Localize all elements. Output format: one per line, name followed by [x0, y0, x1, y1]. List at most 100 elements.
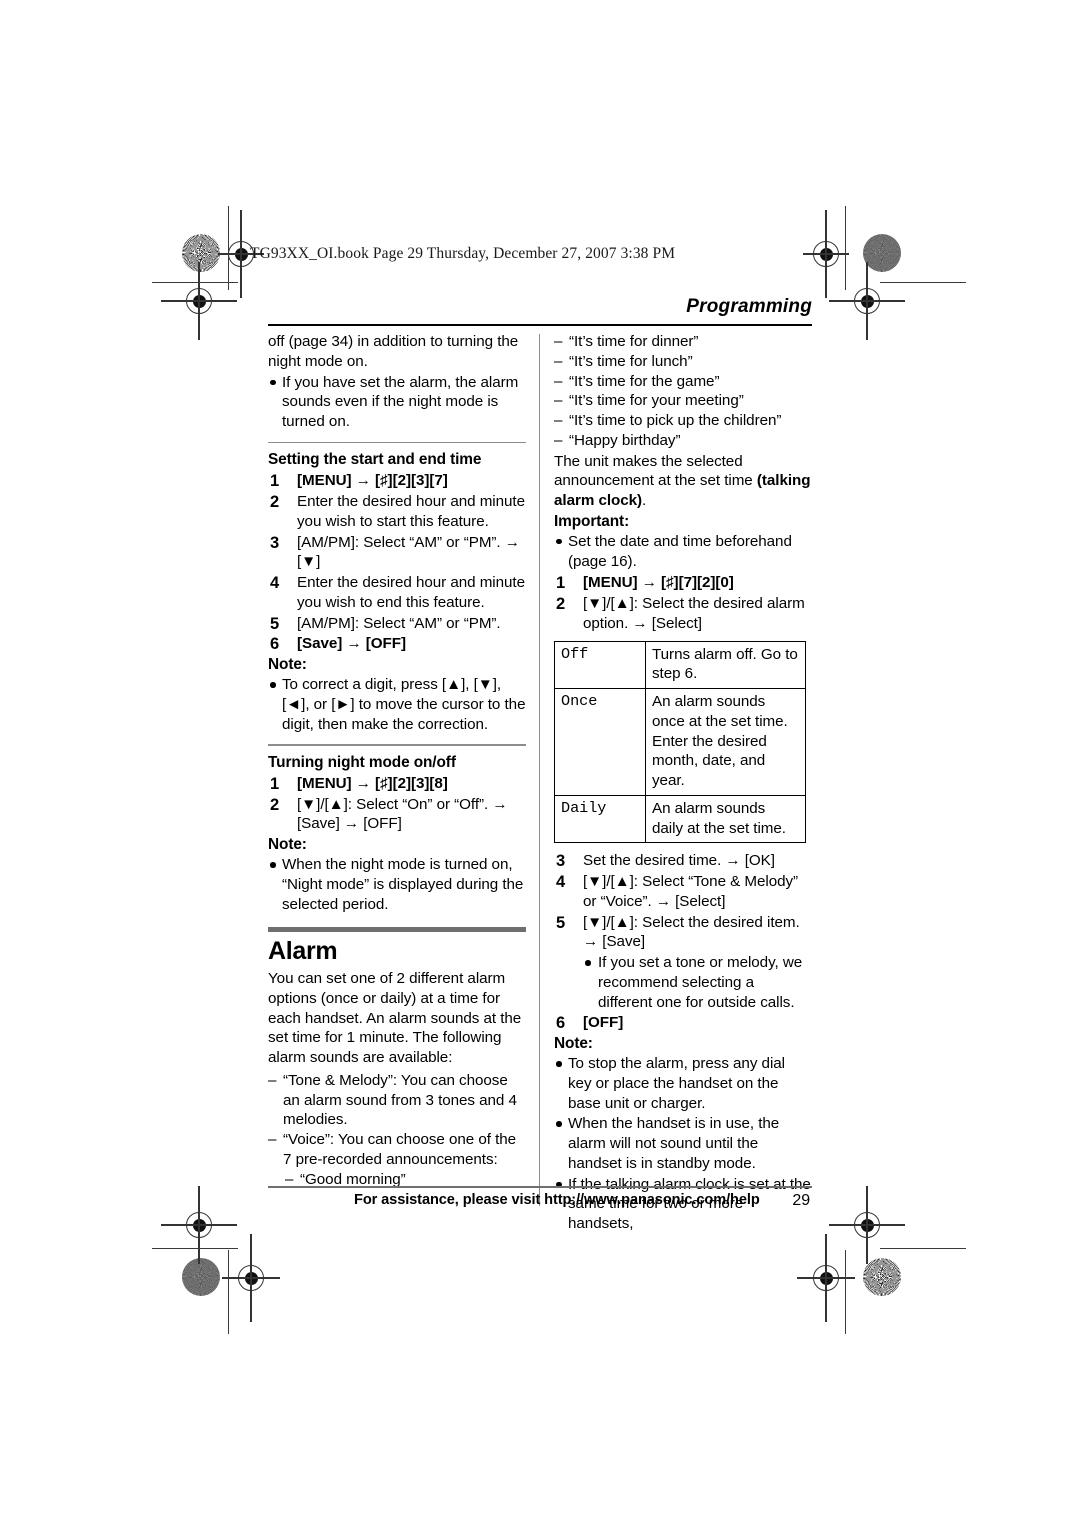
list-item: If you have set the alarm, the alarm sou… — [268, 373, 526, 432]
heading-turning-night-mode: Turning night mode on/off — [268, 753, 456, 771]
table-row: Daily An alarm sounds daily at the set t… — [554, 794, 806, 844]
section-title-alarm: Alarm — [268, 936, 338, 965]
step-item: 5 [AM/PM]: Select “AM” or “PM”. — [268, 614, 526, 634]
note-label-start-end: Note: — [268, 656, 307, 674]
column-divider — [539, 334, 541, 1206]
step-text: Enter the desired hour and minute you wi… — [297, 574, 525, 611]
running-head: Programming — [686, 296, 812, 317]
step-text: [MENU] → [♯][7][2][0] — [583, 574, 734, 592]
announcement-list: “It’s time for dinner” “It’s time for lu… — [554, 332, 812, 451]
registration-mark-bottom-right — [797, 1234, 855, 1322]
list-item: “Tone & Melody”: You can choose an alarm… — [268, 1071, 526, 1130]
step-number: 3 — [556, 852, 566, 871]
step-number: 2 — [270, 795, 280, 814]
table-cell-option-key: Daily — [554, 794, 646, 844]
step-item: 2 [▼]/[▲]: Select “On” or “Off”. → [Save… — [268, 795, 526, 835]
list-item: To stop the alarm, press any dial key or… — [554, 1054, 812, 1113]
continued-paragraph: off (page 34) in addition to turning the… — [268, 333, 519, 370]
step-item: 4 [▼]/[▲]: Select “Tone & Melody” or “Vo… — [554, 872, 812, 912]
registration-mark-top-left — [218, 210, 264, 298]
step-text: [AM/PM]: Select “AM” or “PM”. → [▼] — [297, 533, 520, 571]
note-label-alarm: Note: — [554, 1035, 593, 1052]
list-item: “It’s time for the game” — [554, 372, 812, 392]
registration-mark-right-upper — [829, 262, 905, 340]
list-item: “It’s time for lunch” — [554, 352, 812, 372]
step-text: [AM/PM]: Select “AM” or “PM”. — [297, 614, 501, 632]
right-column: “It’s time for dinner” “It’s time for lu… — [554, 332, 812, 1234]
talking-alarm-text-tail: . — [642, 492, 647, 509]
list-item: “It’s time to pick up the children” — [554, 411, 812, 431]
trim-line-top-left-v — [228, 206, 230, 290]
alarm-sound-options: “Tone & Melody”: You can choose an alarm… — [268, 1071, 526, 1190]
left-column: off (page 34) in addition to turning the… — [268, 332, 526, 1189]
trim-line-bottom-left-v — [228, 1250, 230, 1334]
step-item: 5 [▼]/[▲]: Select the desired item. → [S… — [554, 913, 812, 1013]
list-item: “Happy birthday” — [554, 431, 812, 451]
step-number: 6 — [270, 635, 280, 654]
step-item: 6 [OFF] — [554, 1013, 812, 1033]
step-text: Set the desired time. → [OK] — [583, 852, 775, 870]
starburst-mark-bottom-right — [863, 1258, 901, 1296]
list-item: “Voice”: You can choose one of the 7 pre… — [268, 1130, 526, 1170]
trim-line-bottom-right-v — [845, 1250, 847, 1334]
table-row: Once An alarm sounds once at the set tim… — [554, 688, 806, 796]
file-header-stamp: TG93XX_OI.book Page 29 Thursday, Decembe… — [250, 245, 676, 262]
step-text: [OFF] — [583, 1014, 624, 1032]
trim-line-right-h — [880, 282, 966, 284]
step-text: [▼]/[▲]: Select the desired alarm option… — [583, 595, 805, 632]
step-item: 2 Enter the desired hour and minute you … — [268, 492, 526, 532]
table-row: Off Turns alarm off. Go to step 6. — [554, 640, 806, 689]
step-text: [▼]/[▲]: Select the desired item. → [Sav… — [583, 913, 800, 951]
step-number: 1 — [556, 574, 566, 593]
step-item: 3 Set the desired time. → [OK] — [554, 851, 812, 871]
header-rule — [268, 324, 812, 327]
steps-setting-start-end-time: 1 [MENU] → [♯][2][3][7] 2 Enter the desi… — [268, 471, 526, 654]
step-item: 6 [Save] → [OFF] — [268, 634, 526, 654]
registration-mark-right-lower — [829, 1186, 905, 1264]
registration-mark-bottom-left — [222, 1234, 280, 1322]
registration-mark-top-right — [803, 210, 849, 298]
step-item: 4 Enter the desired hour and minute you … — [268, 573, 526, 613]
step-number: 2 — [556, 595, 566, 613]
step-number: 1 — [270, 774, 280, 793]
step-number: 2 — [270, 493, 280, 512]
trim-line-top-right-v — [845, 206, 847, 290]
step-item: 1 [MENU] → [♯][2][3][7] — [268, 471, 526, 491]
step-item: 3 [AM/PM]: Select “AM” or “PM”. → [▼] — [268, 533, 526, 573]
step-text: Enter the desired hour and minute you wi… — [297, 493, 525, 530]
step-item: 1 [MENU] → [♯][2][3][8] — [268, 774, 526, 794]
table-cell-option-key: Off — [554, 640, 646, 689]
alarm-option-table: Off Turns alarm off. Go to step 6. Once … — [554, 640, 806, 844]
step-number: 4 — [270, 574, 280, 593]
note-list-night-mode: When the night mode is turned on, “Night… — [268, 855, 526, 914]
talking-alarm-paragraph: The unit makes the selected announcement… — [554, 452, 812, 511]
registration-mark-left-upper — [161, 262, 237, 340]
table-cell-option-desc: An alarm sounds daily at the set time. — [645, 794, 806, 844]
trim-line-left-h — [152, 282, 238, 284]
important-label: Important: — [554, 512, 630, 530]
step-text: [▼]/[▲]: Select “On” or “Off”. → [Save] … — [297, 795, 508, 833]
important-list: Set the date and time beforehand (page 1… — [554, 532, 812, 572]
note-label-night-mode: Note: — [268, 836, 307, 854]
list-item: When the night mode is turned on, “Night… — [268, 855, 526, 914]
heading-setting-start-end-time: Setting the start and end time — [268, 451, 482, 469]
step-item: 2 [▼]/[▲]: Select the desired alarm opti… — [554, 594, 812, 634]
trim-line-left-h-lower — [152, 1248, 238, 1250]
list-item: To correct a digit, press [▲], [▼], [◄],… — [268, 675, 526, 734]
starburst-mark-top-left — [182, 234, 220, 272]
step-text: [MENU] → [♯][2][3][8] — [297, 774, 448, 792]
table-cell-option-key: Once — [554, 688, 646, 796]
step-number: 4 — [556, 873, 566, 891]
starburst-mark-bottom-left — [182, 1258, 220, 1296]
step-number: 6 — [556, 1014, 566, 1033]
footer-rule — [268, 1186, 812, 1188]
manual-page: TG93XX_OI.book Page 29 Thursday, Decembe… — [0, 0, 1080, 1528]
page-content: Programming off (page 34) in addition to… — [268, 296, 812, 1232]
step-number: 5 — [556, 913, 566, 932]
step-number: 5 — [270, 614, 280, 633]
steps-night-mode: 1 [MENU] → [♯][2][3][8] 2 [▼]/[▲]: Selec… — [268, 774, 526, 834]
steps-alarm-setup: 1 [MENU] → [♯][7][2][0] 2 [▼]/[▲]: Selec… — [554, 573, 812, 633]
trim-line-right-h-lower — [880, 1248, 966, 1250]
step-item: 1 [MENU] → [♯][7][2][0] — [554, 573, 812, 593]
list-item: “It’s time for your meeting” — [554, 391, 812, 411]
